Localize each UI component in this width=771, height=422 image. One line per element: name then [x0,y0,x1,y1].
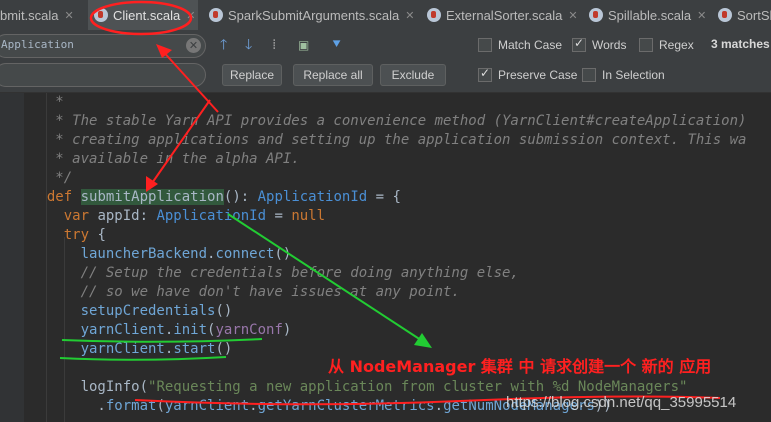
tab-submit-scala[interactable]: bmit.scala ✕ [0,0,86,30]
replace-button[interactable]: Replace [222,64,282,86]
find-replace-bar: Application ✕ 🡑 🡓 ⁞ ▣ ⯆ Replace Replace … [0,30,771,93]
editor-tab-bar: bmit.scala ✕ Client.scala ✕ SparkSubmitA… [0,0,771,31]
scala-file-icon [94,8,108,22]
code-line[interactable]: setupCredentials() [30,302,233,321]
tab-label: Client.scala [113,7,181,23]
code-line[interactable]: * available in the alpha API. [30,150,299,169]
preserve-case-label: Preserve Case [498,68,578,82]
in-selection-checkbox[interactable] [582,68,596,82]
close-icon[interactable]: ✕ [405,9,414,22]
scala-file-icon [209,8,223,22]
regex-label: Regex [659,38,694,52]
close-icon[interactable]: ✕ [697,9,706,22]
arrow-up-icon[interactable]: 🡑 [220,36,227,54]
code-line[interactable]: yarnClient.start() [30,340,233,359]
preserve-case-checkbox[interactable] [478,66,492,82]
code-line[interactable]: yarnClient.init(yarnConf) [30,321,292,340]
regex-checkbox[interactable] [639,38,653,52]
words-label: Words [592,38,627,52]
tab-sparksubmitarguments-scala[interactable]: SparkSubmitArguments.scala ✕ [205,0,415,30]
select-all-occurrences-icon[interactable]: ▣ [298,36,309,54]
tab-spillable-scala[interactable]: Spillable.scala ✕ [585,0,711,30]
code-line[interactable]: * creating applications and setting up t… [30,131,746,150]
watermark: https://blog.csdn.net/qq_35995514 [506,394,737,411]
in-selection-label: In Selection [602,68,665,82]
clear-search-icon[interactable]: ✕ [186,38,201,53]
code-line[interactable]: var appId: ApplicationId = null [30,207,325,226]
code-line[interactable]: // Setup the credentials before doing an… [30,264,519,283]
code-line[interactable]: // so we have don't have issues at any p… [30,283,460,302]
tab-label: SparkSubmitArguments.scala [228,7,400,23]
code-line[interactable]: try { [30,226,106,245]
code-line[interactable]: * [30,93,63,112]
preserve-case-option[interactable]: Preserve Case [478,66,578,83]
tab-sortsh[interactable]: SortSh [716,0,771,30]
replace-all-button[interactable]: Replace all [293,64,373,86]
in-selection-option[interactable]: In Selection [582,67,665,83]
scala-file-icon [718,8,732,22]
code-line[interactable]: launcherBackend.connect() [30,245,292,264]
close-icon[interactable]: ✕ [568,9,577,22]
match-count: 3 matches [711,37,770,51]
search-input[interactable]: Application ✕ [0,34,206,58]
tab-client-scala[interactable]: Client.scala ✕ [88,0,198,30]
code-line[interactable]: */ [30,169,72,188]
arrow-down-icon[interactable]: 🡓 [245,36,252,54]
chinese-annotation: 从 NodeManager 集群 中 请求创建一个 新的 应用 [328,357,712,376]
search-input-value: Application [1,38,74,51]
close-icon[interactable]: ✕ [65,9,74,22]
tab-label: Spillable.scala [608,7,692,23]
match-case-checkbox[interactable] [478,38,492,52]
tab-externalsorter-scala[interactable]: ExternalSorter.scala ✕ [423,0,581,30]
scala-file-icon [427,8,441,22]
code-line[interactable]: def submitApplication(): ApplicationId =… [30,188,401,207]
tab-label: SortSh [737,7,771,23]
match-case-option[interactable]: Match Case [478,37,562,53]
code-line[interactable]: * The stable Yarn API provides a conveni… [30,112,746,131]
replace-input[interactable] [0,63,206,87]
scala-file-icon [589,8,603,22]
words-option[interactable]: Words [572,36,627,53]
close-icon[interactable]: ✕ [186,9,195,22]
regex-option[interactable]: Regex [639,37,694,53]
words-checkbox[interactable] [572,36,586,52]
add-selection-icon[interactable]: ⁞ [272,36,276,54]
filter-icon[interactable]: ⯆ [331,36,342,54]
exclude-button[interactable]: Exclude [380,64,446,86]
match-case-label: Match Case [498,38,563,52]
tab-label: ExternalSorter.scala [446,7,563,23]
tab-label: bmit.scala [0,7,59,23]
